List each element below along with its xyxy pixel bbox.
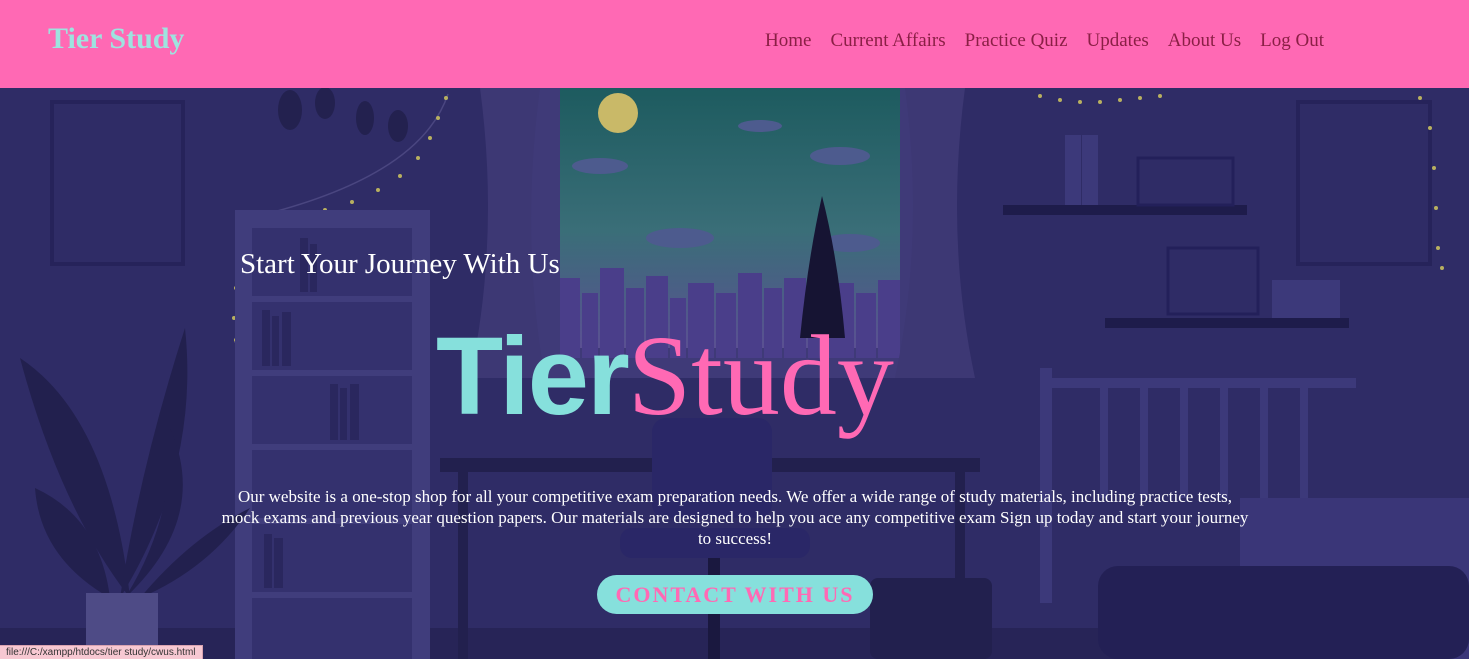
nav-link-updates[interactable]: Updates: [1087, 30, 1149, 52]
nav-link-home[interactable]: Home: [765, 30, 811, 52]
hero-description: Our website is a one-stop shop for all y…: [221, 487, 1249, 548]
site-logo[interactable]: Tier Study: [48, 22, 184, 56]
browser-status-url: file:///C:/xampp/htdocs/tier study/cwus.…: [0, 645, 203, 659]
hero-title-tier: Tier: [436, 315, 630, 438]
contact-button[interactable]: CONTACT WITH US: [597, 575, 873, 614]
hero-title: TierStudy: [436, 310, 894, 442]
navbar: Tier Study Home Current Affairs Practice…: [0, 0, 1469, 88]
hero-tagline: Start Your Journey With Us: [240, 248, 560, 280]
nav-link-about-us[interactable]: About Us: [1168, 30, 1241, 52]
nav-link-practice-quiz[interactable]: Practice Quiz: [965, 30, 1068, 52]
hero-title-study: Study: [627, 312, 894, 439]
nav-link-log-out[interactable]: Log Out: [1260, 30, 1324, 52]
nav-menu: Home Current Affairs Practice Quiz Updat…: [765, 30, 1324, 52]
hero-section: Start Your Journey With Us TierStudy Our…: [0, 88, 1469, 659]
nav-link-current-affairs[interactable]: Current Affairs: [830, 30, 945, 52]
